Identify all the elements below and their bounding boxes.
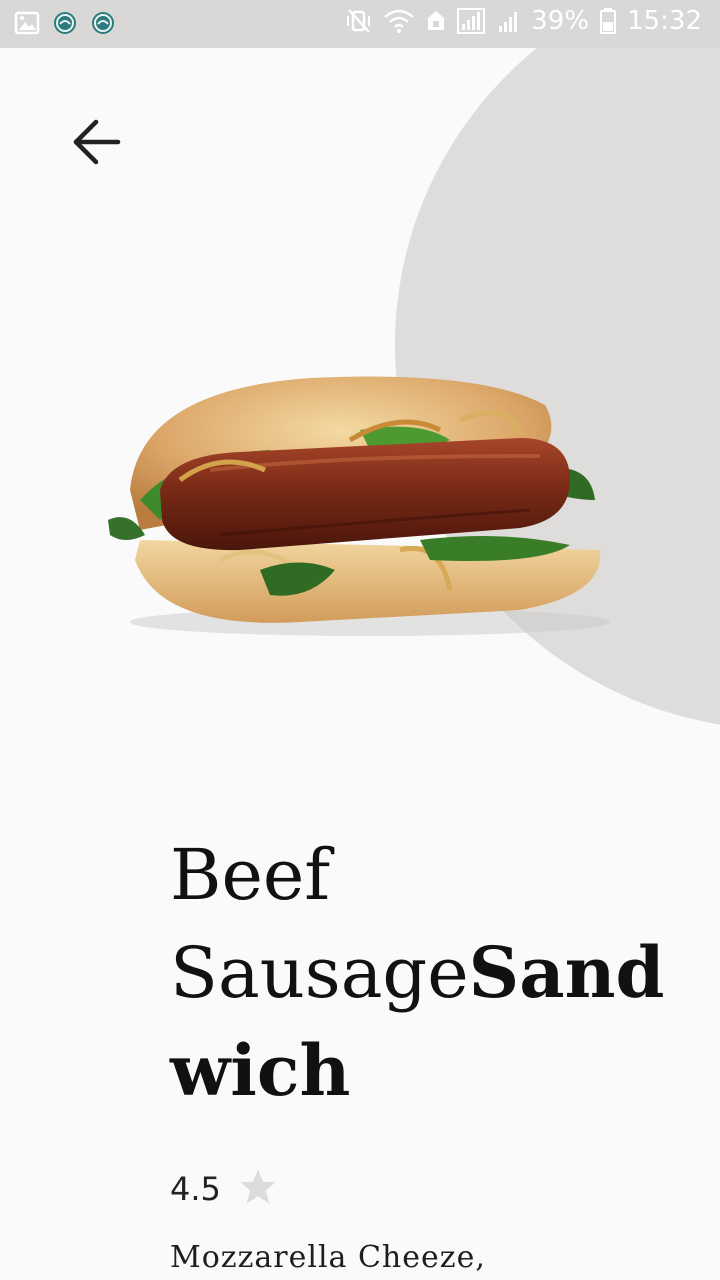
product-description: Mozzarella Cheeze,: [170, 1240, 486, 1275]
notification-icons: [14, 10, 116, 36]
star-icon: [237, 1166, 279, 1212]
signal-icon: [497, 8, 521, 34]
gallery-icon: [14, 10, 40, 36]
battery-icon: [599, 7, 617, 35]
mute-vibrate-icon: [345, 8, 373, 34]
wifi-icon: [383, 8, 415, 34]
beef-sausage-sandwich-image: [100, 360, 620, 650]
app-notification-icon: [52, 10, 78, 36]
system-icons: 39% 15:32: [345, 6, 702, 36]
rating-value: 4.5: [170, 1170, 221, 1208]
battery-text: 39%: [531, 6, 590, 36]
signal-icon: [457, 7, 487, 35]
title-line-2-bold: Sand: [468, 931, 665, 1014]
title-line-2-light: Sausage: [170, 932, 469, 1014]
app-notification-icon: [90, 10, 116, 36]
arrow-back-icon: [70, 116, 122, 172]
product-detail-screen: 39% 15:32 Beef SausageSand wich 4.5 Mozz…: [0, 0, 720, 1280]
data-saver-icon: [425, 8, 447, 34]
title-line-3-bold: wich: [170, 1029, 351, 1112]
title-line-1: Beef: [170, 834, 331, 916]
rating: 4.5: [170, 1166, 279, 1212]
clock: 15:32: [627, 6, 702, 36]
back-button[interactable]: [64, 112, 128, 176]
product-title: Beef SausageSand wich: [170, 826, 664, 1120]
status-bar: 39% 15:32: [0, 0, 720, 48]
